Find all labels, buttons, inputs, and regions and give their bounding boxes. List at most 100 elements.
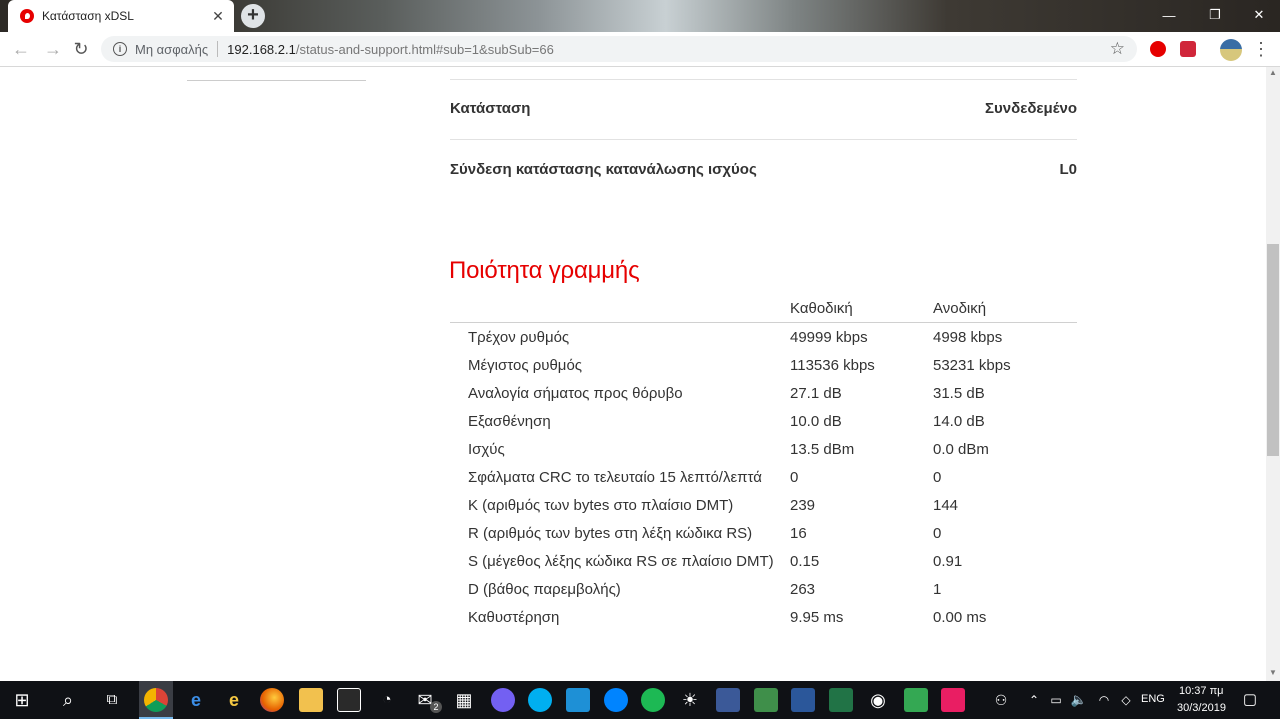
sidebar-divider <box>187 80 366 81</box>
brightness-icon[interactable]: ☀ <box>678 687 702 713</box>
metric-label: K (αριθμός των bytes στο πλαίσιο DMT) <box>468 496 734 514</box>
status-value: Συνδεδεμένο <box>985 100 1077 117</box>
omnibox-divider <box>217 41 219 57</box>
forward-arrow-icon[interactable]: → <box>42 38 64 60</box>
table-row: D (βάθος παρεμβολής) 263 1 <box>450 575 1077 603</box>
page-content: Κατάσταση Συνδεδεμένο Σύνδεση κατάστασης… <box>0 67 1266 681</box>
clock-date[interactable]: 30/3/2019 <box>1177 702 1226 714</box>
show-hidden-icons-chevron-icon[interactable]: ⌃ <box>1026 687 1042 713</box>
url-host: 192.168.2.1 <box>227 41 296 57</box>
table-row: R (αριθμός των bytes στη λέξη κώδικα RS)… <box>450 519 1077 547</box>
downstream-value: 0 <box>790 468 799 486</box>
metric-label: S (μέγεθος λέξης κώδικα RS σε πλαίσιο DM… <box>468 552 774 570</box>
notifications-icon[interactable]: ▢ <box>1240 687 1260 713</box>
info-icon[interactable]: i <box>113 42 127 56</box>
excel-icon[interactable] <box>829 688 853 712</box>
clock-time[interactable]: 10:37 πμ <box>1179 685 1224 697</box>
word-icon[interactable] <box>791 688 815 712</box>
column-header-upstream: Ανοδική <box>933 300 987 317</box>
upstream-value: 4998 kbps <box>933 328 1003 346</box>
profile-avatar-icon[interactable] <box>1220 39 1242 61</box>
chrome-icon[interactable] <box>144 688 168 712</box>
browser-toolbar: ← → ↻ i Μη ασφαλής 192.168.2.1 /status-a… <box>0 32 1280 67</box>
downstream-value: 239 <box>790 496 816 514</box>
close-window-button[interactable]: ✕ <box>1236 0 1280 30</box>
status-row: Κατάσταση Συνδεδεμένο <box>450 100 1077 117</box>
metric-label: R (αριθμός των bytes στη λέξη κώδικα RS) <box>468 524 753 542</box>
downstream-value: 113536 kbps <box>790 356 875 374</box>
upstream-value: 0.0 dBm <box>933 440 989 458</box>
metric-label: Εξασθένηση <box>468 412 551 430</box>
file-explorer-icon[interactable] <box>299 688 323 712</box>
metric-label: Τρέχον ρυθμός <box>468 328 570 346</box>
messenger-icon[interactable] <box>604 688 628 712</box>
table-row: Σφάλματα CRC το τελευταίο 15 λεπτό/λεπτά… <box>450 463 1077 491</box>
wifi-icon[interactable]: ◠ <box>1096 687 1112 713</box>
metric-label: Μέγιστος ρυθμός <box>468 356 583 374</box>
dropbox-icon[interactable]: ◇ <box>1118 687 1134 713</box>
vodafone-favicon-icon <box>20 9 34 23</box>
people-icon[interactable]: ⚇ <box>992 687 1010 713</box>
calculator-icon[interactable]: ▦ <box>452 687 476 713</box>
firefox-icon[interactable] <box>260 688 284 712</box>
status-label: Κατάσταση <box>450 100 531 117</box>
table-header: Καθοδική Ανοδική <box>450 295 1077 323</box>
upstream-value: 0.00 ms <box>933 608 987 626</box>
metric-label: D (βάθος παρεμβολής) <box>468 580 621 598</box>
status-top-divider <box>450 79 1077 80</box>
back-arrow-icon[interactable]: ← <box>10 38 32 60</box>
viber-icon[interactable] <box>491 688 515 712</box>
scrollbar-thumb[interactable] <box>1267 244 1279 456</box>
app-icon[interactable] <box>566 688 590 712</box>
speedometer-icon[interactable]: ◔ <box>375 687 399 713</box>
windows-start-icon[interactable]: ⊞ <box>10 687 34 713</box>
upstream-value: 14.0 dB <box>933 412 985 430</box>
upstream-value: 1 <box>933 580 942 598</box>
scroll-up-arrow-icon[interactable]: ▲ <box>1266 68 1280 80</box>
facebook-icon[interactable] <box>716 688 740 712</box>
upstream-value: 144 <box>933 496 959 514</box>
table-row: Μέγιστος ρυθμός 113536 kbps 53231 kbps <box>450 351 1077 379</box>
column-header-downstream: Καθοδική <box>790 300 853 317</box>
address-bar[interactable]: i Μη ασφαλής 192.168.2.1 /status-and-sup… <box>101 36 1137 62</box>
maps-icon[interactable] <box>904 688 928 712</box>
spotify-icon[interactable] <box>641 688 665 712</box>
volume-icon[interactable]: 🔈 <box>1070 687 1088 713</box>
bookmark-star-icon[interactable]: ☆ <box>1110 39 1125 59</box>
downstream-value: 13.5 dBm <box>790 440 855 458</box>
scroll-down-arrow-icon[interactable]: ▼ <box>1266 668 1280 680</box>
language-indicator[interactable]: ENG <box>1141 693 1165 705</box>
url-path: /status-and-support.html#sub=1&subSub=66 <box>295 41 554 57</box>
webcam-icon[interactable]: ◉ <box>866 687 890 713</box>
table-row: Τρέχον ρυθμός 49999 kbps 4998 kbps <box>450 323 1077 351</box>
reload-icon[interactable]: ↻ <box>70 38 92 60</box>
upstream-value: 0 <box>933 468 942 486</box>
maximize-button[interactable]: ❐ <box>1192 0 1238 30</box>
windows-taskbar: ⊞ ⌕ ⧉ e e ◔ ✉ 2 ▦ ☀ ◉ ⚇ ⌃ ▭ 🔈 ◠ ◇ ENG 10… <box>0 681 1280 719</box>
window-title-bar: Κατάσταση xDSL ✕ + — ❐ ✕ <box>0 0 1280 32</box>
pocket-extension-icon[interactable] <box>1180 41 1196 57</box>
downstream-value: 0.15 <box>790 552 820 570</box>
store-icon[interactable] <box>337 688 361 712</box>
app-pink-icon[interactable] <box>941 688 965 712</box>
browser-menu-icon[interactable]: ⋮ <box>1252 38 1270 60</box>
table-row: K (αριθμός των bytes στο πλαίσιο DMT) 239… <box>450 491 1077 519</box>
new-tab-button[interactable]: + <box>241 4 265 28</box>
search-icon[interactable]: ⌕ <box>56 687 80 713</box>
app-green-icon[interactable] <box>754 688 778 712</box>
metric-label: Σφάλματα CRC το τελευταίο 15 λεπτό/λεπτά <box>468 468 762 486</box>
browser-tab[interactable]: Κατάσταση xDSL ✕ <box>8 0 234 32</box>
battery-icon[interactable]: ▭ <box>1048 687 1064 713</box>
line-quality-title: Ποιότητα γραμμής <box>449 257 640 284</box>
power-state-row: Σύνδεση κατάστασης κατανάλωσης ισχύος L0 <box>450 161 1077 178</box>
upstream-value: 0.91 <box>933 552 963 570</box>
internet-explorer-icon[interactable]: e <box>222 687 246 713</box>
downstream-value: 49999 kbps <box>790 328 868 346</box>
skype-icon[interactable] <box>528 688 552 712</box>
task-view-icon[interactable]: ⧉ <box>100 687 124 713</box>
minimize-button[interactable]: — <box>1146 0 1192 30</box>
vodafone-extension-icon[interactable] <box>1150 41 1166 57</box>
close-tab-icon[interactable]: ✕ <box>210 8 226 25</box>
edge-icon[interactable]: e <box>184 687 208 713</box>
downstream-value: 9.95 ms <box>790 608 844 626</box>
